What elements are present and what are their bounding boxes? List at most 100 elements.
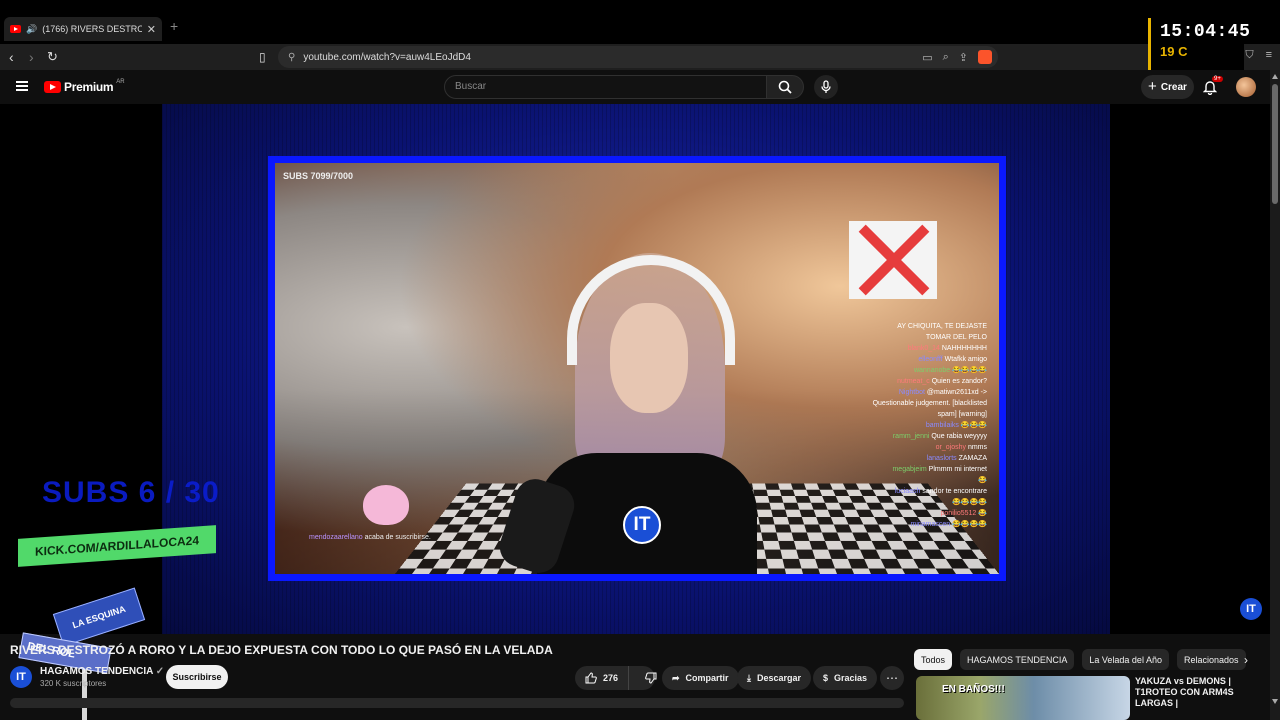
chat-text: Que rabia weyyyy	[931, 433, 987, 440]
video-title: RIVERS DESTROZÓ A RORO Y LA DEJO EXPUEST…	[10, 643, 553, 657]
more-actions-button[interactable]: ⋯	[880, 666, 904, 690]
download-button[interactable]: ⤓ Descargar	[737, 666, 812, 690]
sub-alert: mendozaarellano acaba de suscribirse.	[309, 534, 431, 541]
channel-name[interactable]: HAGAMOS TENDENCIA ✓	[40, 666, 164, 677]
corner-watermark-icon[interactable]: IT	[1240, 598, 1262, 620]
chat-username: luciaash	[894, 488, 923, 495]
video-player[interactable]: SUBS 7099/7000 mendozaarellano acaba de …	[0, 104, 1270, 634]
create-button[interactable]: + Crear	[1141, 75, 1194, 99]
notification-badge: 9+	[1212, 76, 1223, 82]
menu-icon[interactable]: ≡	[1266, 49, 1272, 62]
reload-icon[interactable]: ↻	[47, 49, 58, 65]
chat-username: Nightbot	[898, 389, 927, 396]
brave-shield-icon[interactable]	[978, 50, 992, 64]
chat-text: NAHHHHHHH	[941, 345, 987, 352]
chat-text: 😂	[978, 510, 987, 517]
subs-counter: SUBS 7099/7000	[283, 171, 354, 181]
chat-username: ramm_jenni	[892, 433, 932, 440]
verified-icon: ✓	[155, 666, 165, 677]
like-button[interactable]: 276	[575, 666, 630, 690]
screen-in-room	[849, 221, 937, 299]
chat-message: TOMAR DEL PELO	[841, 332, 987, 343]
close-tab-icon[interactable]: ✕	[147, 23, 156, 36]
subscribe-button[interactable]: Suscribirse	[166, 665, 228, 689]
duck-alert-icon	[363, 485, 409, 525]
more-icon: ⋯	[886, 671, 898, 685]
recommended-title[interactable]: YAKUZA vs DEMONS | T1ROTEO CON ARM4S LAR…	[1135, 676, 1265, 709]
download-icon: ⤓	[747, 672, 751, 683]
speaker-icon[interactable]: 🔊	[26, 24, 37, 35]
chat-username: ponilio5512	[940, 510, 979, 517]
chat-text: spam] [warning]	[937, 411, 987, 418]
zoom-icon[interactable]: ⌕	[943, 51, 949, 64]
vpn-icon[interactable]: ⛉	[1245, 49, 1253, 62]
page-scrollbar[interactable]	[1270, 70, 1280, 720]
chat-message: ramm_jenni Que rabia weyyyy	[841, 431, 987, 442]
notifications-button[interactable]: 9+	[1202, 76, 1223, 96]
chat-username: or_ojoshy	[935, 444, 968, 451]
microphone-icon	[821, 80, 831, 93]
plus-icon: +	[1148, 78, 1157, 95]
account-avatar[interactable]	[1236, 77, 1256, 97]
browser-tab-strip: 🔊 (1766) RIVERS DESTROZÓ A R ✕ +	[0, 0, 1280, 44]
thumbnail-caption: EN BAÑOS!!!	[942, 684, 1005, 695]
share-arrow-icon: ➦	[672, 672, 680, 683]
chat-message: 😂😂😂😂	[841, 497, 987, 508]
chat-text: sandor te encontrare	[922, 488, 987, 495]
chip-all[interactable]: Todos	[914, 649, 953, 670]
browser-tab[interactable]: 🔊 (1766) RIVERS DESTROZÓ A R ✕	[4, 17, 162, 41]
youtube-premium-logo[interactable]: Premium AR	[44, 79, 125, 94]
clock-temperature: 19 C	[1160, 44, 1188, 59]
chip-velada[interactable]: La Velada del Año	[1082, 649, 1169, 670]
share-icon[interactable]: ⇪	[959, 51, 968, 64]
tab-title: (1766) RIVERS DESTROZÓ A R	[42, 24, 142, 34]
new-tab-icon[interactable]: +	[170, 18, 178, 34]
clock-widget: 15:04:45 19 C	[1148, 18, 1250, 70]
scrollbar-thumb[interactable]	[1272, 84, 1278, 204]
search-input[interactable]: Buscar	[444, 75, 767, 99]
chat-username: megabjeim	[892, 466, 929, 473]
cast-icon[interactable]: ▭	[922, 51, 932, 64]
subs-goal-overlay: SUBS 6 / 30	[42, 476, 220, 509]
chat-message: miriamascen 😂😂😂😂	[841, 519, 988, 530]
scroll-up-icon[interactable]	[1272, 74, 1278, 79]
scroll-down-icon[interactable]	[1272, 699, 1278, 704]
create-label: Crear	[1160, 81, 1187, 93]
channel-avatar[interactable]: IT	[10, 666, 32, 688]
chevron-right-icon[interactable]: ›	[1236, 649, 1256, 670]
chat-username: lanaslorts	[926, 455, 959, 462]
address-bar[interactable]: ⚲ youtube.com/watch?v=auw4LEoJdD4 ▭ ⌕ ⇪	[278, 46, 998, 68]
chat-text: 😂😂😂	[960, 422, 987, 429]
chat-text: 😂😂😂😂	[952, 367, 987, 374]
back-icon[interactable]: ‹	[9, 49, 14, 65]
search-icon	[778, 80, 792, 94]
like-count: 276	[603, 673, 619, 683]
chat-message: 😂	[841, 475, 987, 486]
subscriber-count: 320 K suscriptores	[40, 679, 107, 688]
channel-watermark-icon: IT	[623, 506, 661, 544]
description-box[interactable]	[10, 698, 904, 708]
chat-text: Wtafkk amigo	[944, 356, 987, 363]
chat-message: Questionable judgement. [blacklisted	[841, 398, 987, 409]
chip-channel[interactable]: HAGAMOS TENDENCIA	[960, 649, 1075, 670]
search-button[interactable]	[766, 75, 804, 99]
chat-message: or_ojoshy nmms	[841, 442, 987, 453]
chat-text: TOMAR DEL PELO	[925, 334, 987, 341]
chat-text: 😂	[978, 477, 987, 484]
stream-chat: AY CHIQUITA, TE DEJASTE TOMAR DEL PELO bla…	[841, 321, 987, 530]
logo-country: AR	[116, 79, 125, 85]
thanks-button[interactable]: $ Gracias	[813, 666, 878, 690]
chat-username: blank0_14	[907, 345, 942, 352]
guide-menu-icon[interactable]	[16, 81, 28, 91]
share-button[interactable]: ➦ Compartir	[662, 666, 739, 690]
chat-message: elleonfff Wtafkk amigo	[841, 354, 987, 365]
chat-text: ZAMAZA	[958, 455, 987, 462]
logo-text: Premium	[64, 80, 114, 94]
voice-search-button[interactable]	[814, 75, 838, 99]
recommended-thumbnail[interactable]: EN BAÑOS!!!	[916, 676, 1130, 720]
forward-icon[interactable]: ›	[29, 49, 34, 65]
chat-text: AY CHIQUITA, TE DEJASTE	[897, 323, 987, 330]
bookmark-icon[interactable]: ▯	[259, 49, 266, 65]
chat-message: blank0_14 NAHHHHHHH	[841, 343, 987, 354]
site-info-icon[interactable]: ⚲	[288, 52, 295, 63]
